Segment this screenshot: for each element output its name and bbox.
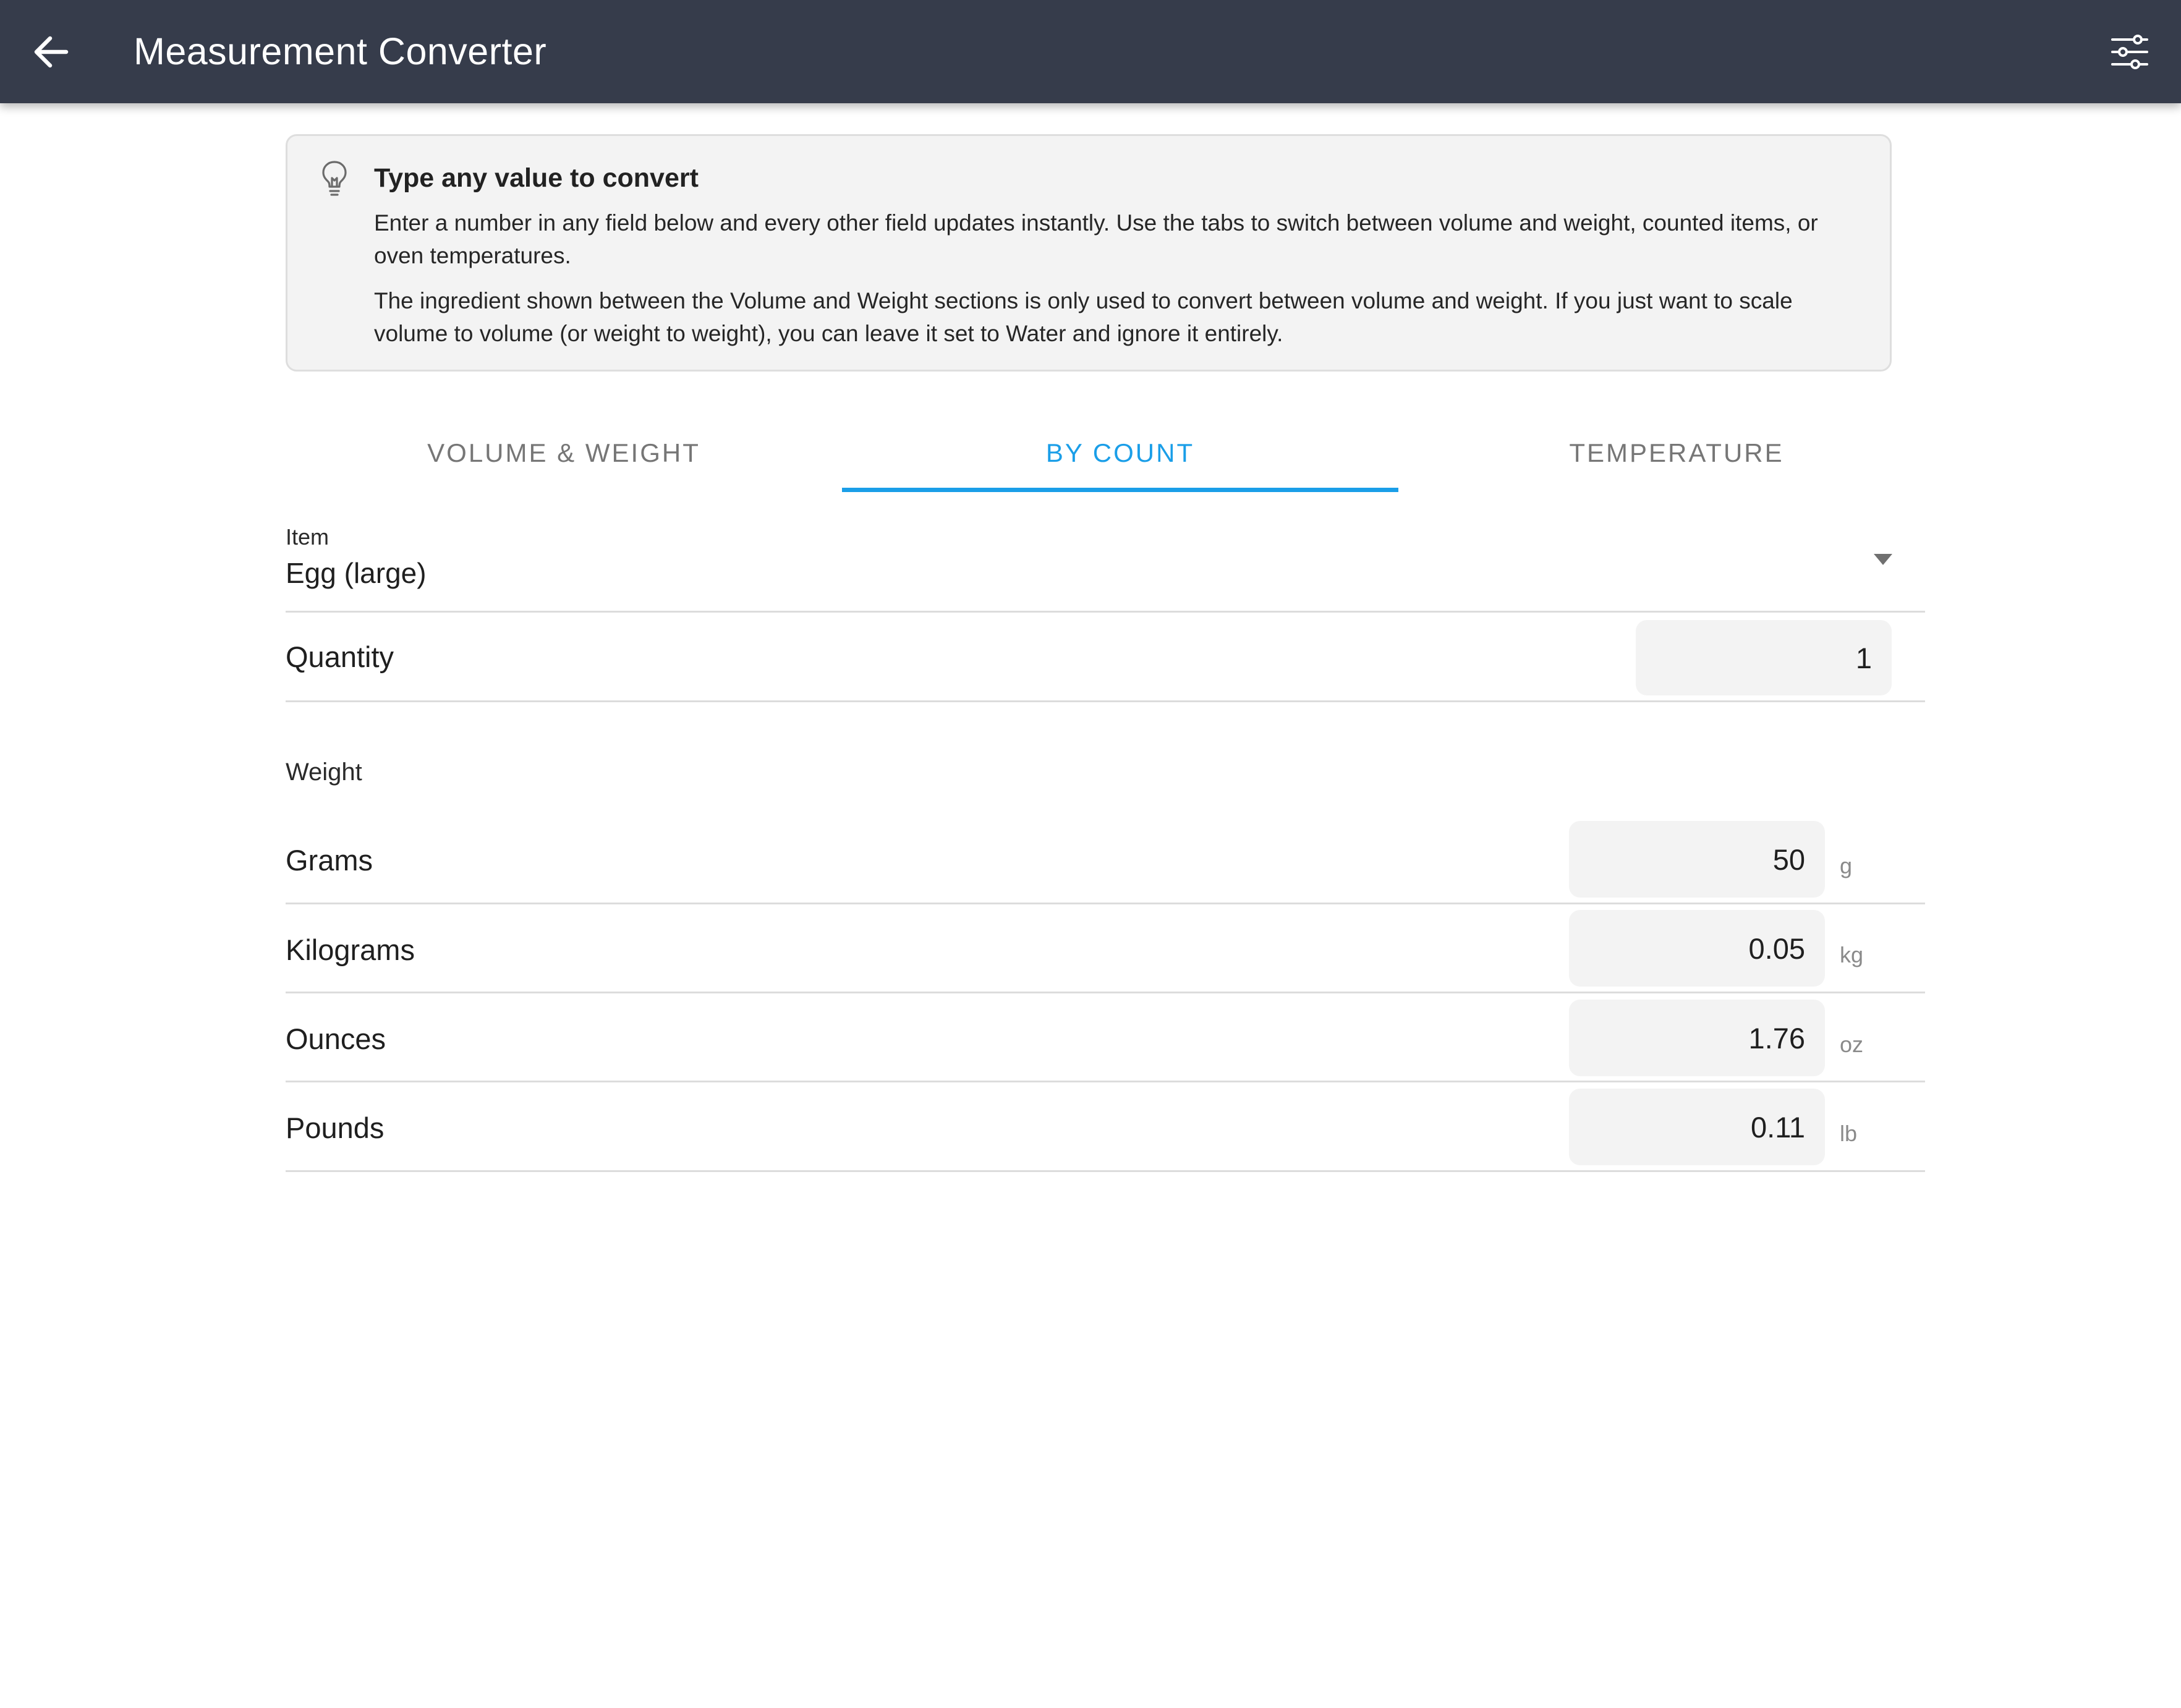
lightbulb-icon bbox=[322, 161, 347, 196]
unit-label: g bbox=[1840, 853, 1853, 878]
tab-temperature[interactable]: TEMPERATURE bbox=[1398, 414, 1955, 492]
item-select-label: Item bbox=[286, 524, 329, 550]
item-select-value: Egg (large) bbox=[286, 557, 427, 589]
settings-button[interactable] bbox=[2096, 18, 2164, 86]
weight-row-grams: Grams g bbox=[286, 815, 1925, 904]
quantity-row: Quantity bbox=[286, 613, 1925, 702]
weight-row-pounds: Pounds lb bbox=[286, 1082, 1925, 1172]
hint-paragraph: The ingredient shown between the Volume … bbox=[374, 288, 1793, 346]
app-title: Measurement Converter bbox=[134, 30, 547, 72]
grams-input[interactable] bbox=[1569, 821, 1825, 898]
weight-row-ounces: Ounces oz bbox=[286, 993, 1925, 1082]
unit-label: kg bbox=[1840, 942, 1864, 967]
item-select[interactable]: Item Egg (large) bbox=[286, 519, 1925, 613]
weight-row-label: Ounces bbox=[286, 1022, 386, 1055]
quantity-input[interactable] bbox=[1636, 620, 1892, 695]
unit-label: oz bbox=[1840, 1032, 1864, 1057]
weight-row-label: Pounds bbox=[286, 1111, 385, 1144]
weight-row-label: Kilograms bbox=[286, 933, 415, 966]
chevron-down-icon bbox=[1874, 554, 1892, 565]
pounds-input[interactable] bbox=[1569, 1089, 1825, 1165]
tab-by-count[interactable]: BY COUNT bbox=[842, 414, 1398, 492]
weight-row-kilograms: Kilograms kg bbox=[286, 904, 1925, 993]
app-bar: Measurement Converter bbox=[0, 0, 2181, 103]
kilograms-input[interactable] bbox=[1569, 910, 1825, 987]
weight-section-label: Weight bbox=[286, 758, 362, 786]
back-button[interactable] bbox=[17, 18, 85, 86]
tab-volume-weight[interactable]: VOLUME & WEIGHT bbox=[286, 414, 842, 492]
converter-tabs: VOLUME & WEIGHT BY COUNT TEMPERATURE bbox=[286, 414, 1955, 492]
arrow-left-icon bbox=[34, 36, 69, 68]
quantity-label: Quantity bbox=[286, 640, 394, 673]
weight-row-label: Grams bbox=[286, 844, 373, 877]
sliders-icon bbox=[2111, 35, 2148, 69]
hint-title: Type any value to convert bbox=[374, 163, 699, 193]
ounces-input[interactable] bbox=[1569, 1000, 1825, 1076]
hint-paragraph: Enter a number in any field below and ev… bbox=[374, 210, 1818, 268]
unit-label: lb bbox=[1840, 1121, 1858, 1146]
